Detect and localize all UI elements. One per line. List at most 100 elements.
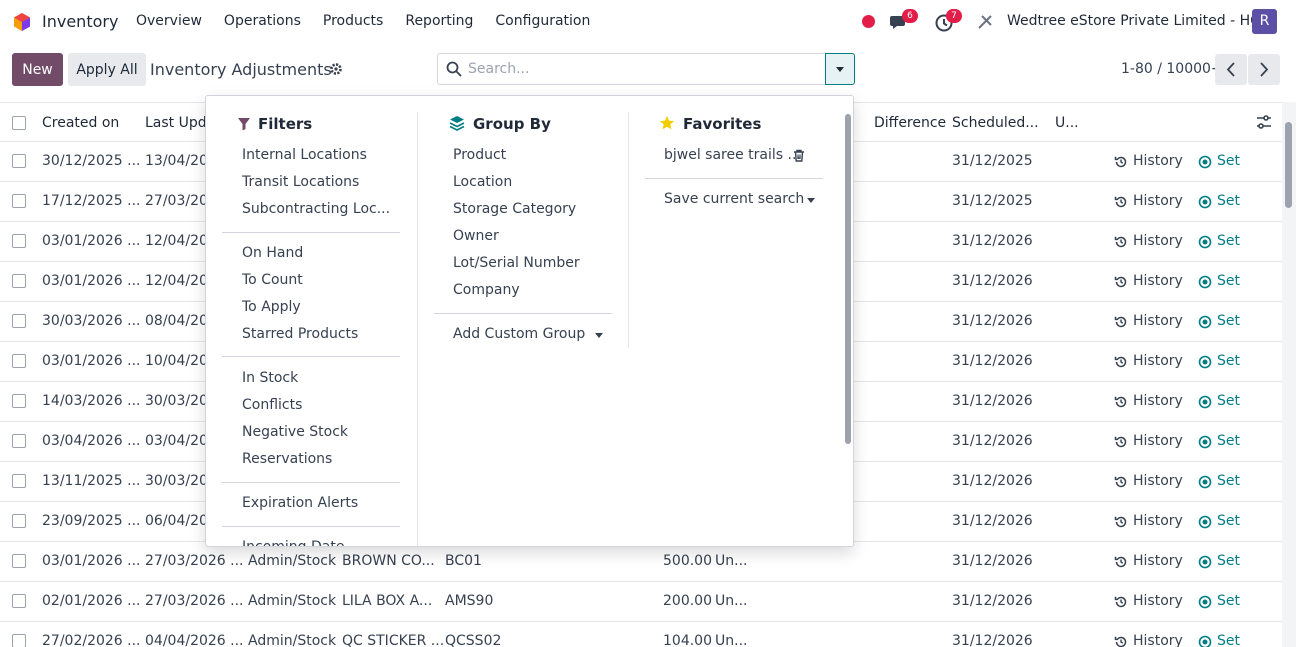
history-button[interactable]: History <box>1133 433 1183 449</box>
add-custom-group-select[interactable]: Add Custom Group <box>453 326 585 342</box>
menu-operations[interactable]: Operations <box>224 13 301 29</box>
row-checkbox[interactable] <box>12 234 26 248</box>
filter-subcontracting-locations[interactable]: Subcontracting Loc... <box>242 201 390 217</box>
tools-icon[interactable] <box>976 13 994 31</box>
user-avatar[interactable]: R <box>1252 9 1277 34</box>
filter-separator <box>222 482 400 483</box>
set-button[interactable]: Set <box>1217 513 1240 529</box>
row-checkbox[interactable] <box>12 434 26 448</box>
filter-internal-locations[interactable]: Internal Locations <box>242 147 367 163</box>
favorite-item[interactable]: bjwel saree trails ... <box>664 147 801 163</box>
page-scrollbar[interactable] <box>1282 102 1296 647</box>
cell-scheduled: 31/12/2026 <box>952 393 1033 409</box>
row-checkbox[interactable] <box>12 154 26 168</box>
row-checkbox[interactable] <box>12 514 26 528</box>
history-button[interactable]: History <box>1133 193 1183 209</box>
set-button[interactable]: Set <box>1217 593 1240 609</box>
row-checkbox[interactable] <box>12 194 26 208</box>
menu-reporting[interactable]: Reporting <box>405 13 473 29</box>
app-name[interactable]: Inventory <box>42 12 118 31</box>
gear-icon[interactable] <box>329 62 343 76</box>
history-button[interactable]: History <box>1133 273 1183 289</box>
history-button[interactable]: History <box>1133 553 1183 569</box>
column-settings-icon[interactable] <box>1256 114 1272 130</box>
set-button[interactable]: Set <box>1217 393 1240 409</box>
filter-on-hand[interactable]: On Hand <box>242 245 303 261</box>
row-checkbox[interactable] <box>12 554 26 568</box>
dropdown-scrollbar-thumb[interactable] <box>845 114 851 444</box>
search-input[interactable] <box>468 58 808 80</box>
groupby-storage-category[interactable]: Storage Category <box>453 201 576 217</box>
groupby-company[interactable]: Company <box>453 282 520 298</box>
menu-products[interactable]: Products <box>323 13 383 29</box>
filter-reservations[interactable]: Reservations <box>242 451 332 467</box>
cell-created-on: 03/04/2026 ... <box>42 433 141 449</box>
pager-next-button[interactable] <box>1248 54 1280 85</box>
search-options-toggle[interactable] <box>825 53 855 85</box>
set-button[interactable]: Set <box>1217 633 1240 647</box>
history-button[interactable]: History <box>1133 313 1183 329</box>
filter-in-stock[interactable]: In Stock <box>242 370 298 386</box>
row-checkbox[interactable] <box>12 634 26 647</box>
history-button[interactable]: History <box>1133 473 1183 489</box>
groupby-location[interactable]: Location <box>453 174 512 190</box>
save-current-search[interactable]: Save current search <box>664 191 804 207</box>
row-checkbox[interactable] <box>12 274 26 288</box>
groupby-product[interactable]: Product <box>453 147 506 163</box>
row-checkbox[interactable] <box>12 474 26 488</box>
set-button[interactable]: Set <box>1217 433 1240 449</box>
column-user[interactable]: U... <box>1055 115 1079 131</box>
inventory-app-icon[interactable] <box>12 12 32 32</box>
set-button[interactable]: Set <box>1217 233 1240 249</box>
dropdown-scrollbar[interactable] <box>842 96 853 546</box>
history-button[interactable]: History <box>1133 593 1183 609</box>
row-checkbox[interactable] <box>12 594 26 608</box>
chevron-down-icon <box>595 333 603 338</box>
table-row[interactable]: 27/02/2026 ... 04/04/2026 ... Admin/Stock Q… <box>0 622 1282 647</box>
history-button[interactable]: History <box>1133 353 1183 369</box>
set-button[interactable]: Set <box>1217 153 1240 169</box>
select-all-checkbox[interactable] <box>12 116 26 130</box>
history-button[interactable]: History <box>1133 153 1183 169</box>
filter-to-apply[interactable]: To Apply <box>242 299 301 315</box>
filter-expiration-alerts[interactable]: Expiration Alerts <box>242 495 358 511</box>
row-checkbox[interactable] <box>12 394 26 408</box>
table-row[interactable]: 03/01/2026 ... 27/03/2026 ... Admin/Stock B… <box>0 542 1282 582</box>
filter-starred-products[interactable]: Starred Products <box>242 326 358 342</box>
column-difference[interactable]: Difference <box>874 115 946 131</box>
set-button[interactable]: Set <box>1217 313 1240 329</box>
company-name[interactable]: Wedtree eStore Private Limited - HO <box>1007 13 1261 29</box>
menu-overview[interactable]: Overview <box>136 13 202 29</box>
menu-configuration[interactable]: Configuration <box>495 13 590 29</box>
set-button[interactable]: Set <box>1217 553 1240 569</box>
row-checkbox[interactable] <box>12 354 26 368</box>
pager-previous-button[interactable] <box>1215 54 1247 85</box>
filter-negative-stock[interactable]: Negative Stock <box>242 424 348 440</box>
filter-incoming-date[interactable]: Incoming Date <box>242 539 344 546</box>
new-button[interactable]: New <box>12 53 63 86</box>
history-button[interactable]: History <box>1133 633 1183 647</box>
history-icon <box>1114 436 1127 448</box>
groupby-owner[interactable]: Owner <box>453 228 499 244</box>
cell-created-on: 23/09/2025 ... <box>42 513 141 529</box>
page-scrollbar-thumb[interactable] <box>1285 122 1292 208</box>
row-checkbox[interactable] <box>12 314 26 328</box>
pager-value[interactable]: 1-80 / 10000+ <box>1121 61 1223 77</box>
history-button[interactable]: History <box>1133 393 1183 409</box>
filter-transit-locations[interactable]: Transit Locations <box>242 174 359 190</box>
set-button[interactable]: Set <box>1217 473 1240 489</box>
filter-conflicts[interactable]: Conflicts <box>242 397 302 413</box>
set-button[interactable]: Set <box>1217 273 1240 289</box>
column-scheduled[interactable]: Scheduled... <box>952 115 1039 131</box>
history-button[interactable]: History <box>1133 233 1183 249</box>
set-button[interactable]: Set <box>1217 193 1240 209</box>
status-dot-icon[interactable] <box>862 15 875 28</box>
filter-to-count[interactable]: To Count <box>242 272 303 288</box>
column-created-on[interactable]: Created on <box>42 115 119 131</box>
table-row[interactable]: 02/01/2026 ... 27/03/2026 ... Admin/Stock L… <box>0 582 1282 622</box>
history-button[interactable]: History <box>1133 513 1183 529</box>
trash-icon[interactable] <box>793 149 805 162</box>
groupby-lot-serial-number[interactable]: Lot/Serial Number <box>453 255 580 271</box>
apply-all-button[interactable]: Apply All <box>68 53 146 86</box>
set-button[interactable]: Set <box>1217 353 1240 369</box>
